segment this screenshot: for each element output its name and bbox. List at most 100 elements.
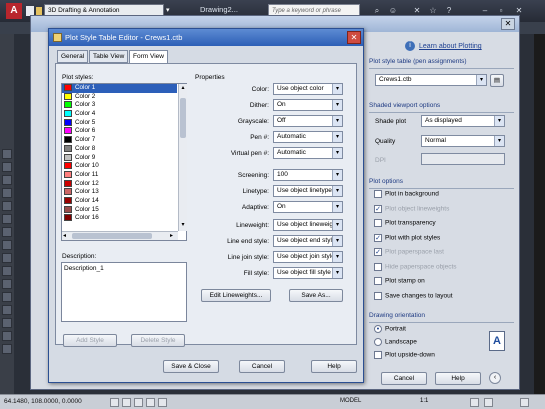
landscape-radio[interactable]: Landscape xyxy=(374,338,417,346)
plot-style-item[interactable]: Color 6 xyxy=(62,127,177,136)
plot-style-item[interactable]: Color 13 xyxy=(62,188,177,197)
model-space-label[interactable]: MODEL xyxy=(340,398,361,404)
property-dropdown[interactable]: Use object linetype ▾ xyxy=(273,185,343,197)
color-swatch xyxy=(64,84,72,91)
property-dropdown[interactable]: Use object fill style ▾ xyxy=(273,267,343,279)
circle-tool-icon[interactable] xyxy=(2,175,12,185)
tab-general[interactable]: General xyxy=(57,50,89,63)
plot-style-item[interactable]: Color 10 xyxy=(62,162,177,171)
portrait-radio[interactable]: • Portrait xyxy=(374,325,406,333)
grid-icon[interactable] xyxy=(122,398,131,407)
tab-table-view[interactable]: Table View xyxy=(89,50,129,63)
property-dropdown[interactable]: Use object end style ▾ xyxy=(273,235,343,247)
offset-tool-icon[interactable] xyxy=(2,331,12,341)
save-as-button[interactable]: Save As... xyxy=(289,289,343,302)
scroll-up-icon[interactable]: ▴ xyxy=(179,84,187,91)
fillet-tool-icon[interactable] xyxy=(2,305,12,315)
plot-option-checkbox[interactable]: Save changes to layout xyxy=(374,291,514,307)
plot-style-item[interactable]: Color 3 xyxy=(62,101,177,110)
plot-style-table-dropdown[interactable]: Crews1.ctb ▾ xyxy=(375,74,487,86)
line-tool-icon[interactable] xyxy=(2,149,12,159)
ortho-icon[interactable] xyxy=(134,398,143,407)
scroll-right-icon[interactable]: ▸ xyxy=(170,232,173,239)
polyline-tool-icon[interactable] xyxy=(2,162,12,172)
plot-style-item[interactable]: Color 8 xyxy=(62,144,177,154)
property-dropdown[interactable]: On ▾ xyxy=(273,201,343,213)
property-dropdown[interactable]: Use object lineweight ▾ xyxy=(273,219,343,231)
plot-option-checkbox[interactable]: Plot in background xyxy=(374,190,514,205)
plot-cancel-button[interactable]: Cancel xyxy=(381,372,427,385)
plot-style-item[interactable]: Color 5 xyxy=(62,118,177,128)
plot-style-item[interactable]: Color 9 xyxy=(62,153,177,163)
clean-screen-icon[interactable] xyxy=(520,398,529,407)
explode-tool-icon[interactable] xyxy=(2,344,12,354)
description-textarea[interactable]: Description_1 xyxy=(61,262,187,322)
plot-style-item[interactable]: Color 15 xyxy=(62,205,177,215)
edit-plot-style-button[interactable]: ▤ xyxy=(490,74,504,87)
property-dropdown[interactable]: Off ▾ xyxy=(273,115,343,127)
delete-style-button[interactable]: Delete Style xyxy=(131,334,185,347)
annotation-scale[interactable]: 1:1 xyxy=(420,398,428,404)
arc-tool-icon[interactable] xyxy=(2,188,12,198)
plot-style-item[interactable]: Color 11 xyxy=(62,170,177,180)
workspace-switch-icon[interactable] xyxy=(470,398,479,407)
plot-option-checkbox[interactable]: ✓ Plot with plot styles xyxy=(374,233,514,249)
array-tool-icon[interactable] xyxy=(2,318,12,328)
extend-tool-icon[interactable] xyxy=(2,292,12,302)
pst-title-bar[interactable]: Plot Style Table Editor - Crews1.ctb xyxy=(49,29,363,46)
pst-cancel-button[interactable]: Cancel xyxy=(239,360,285,373)
plot-styles-list[interactable]: Color 1 Color 2 Color 3 Color 4 Color 5 Color… xyxy=(61,83,187,241)
scroll-thumb[interactable] xyxy=(180,98,186,138)
property-dropdown[interactable]: Automatic ▾ xyxy=(273,131,343,143)
plot-style-item[interactable]: Color 7 xyxy=(62,136,177,145)
collapse-arrow-icon[interactable]: ‹ xyxy=(489,372,501,384)
rotate-tool-icon[interactable] xyxy=(2,253,12,263)
move-tool-icon[interactable] xyxy=(2,227,12,237)
plot-option-checkbox[interactable]: Plot stamp on xyxy=(374,277,514,292)
scroll-thumb[interactable] xyxy=(72,233,152,239)
property-dropdown[interactable]: Automatic ▾ xyxy=(273,147,343,159)
app-logo-icon[interactable]: A xyxy=(6,3,22,19)
pst-close-button[interactable]: ✕ xyxy=(347,31,361,44)
plot-option-checkbox[interactable]: ✓ Plot paperspace last xyxy=(374,248,514,263)
plot-help-button[interactable]: Help xyxy=(435,372,481,385)
hatch-tool-icon[interactable] xyxy=(2,214,12,224)
upside-down-checkbox[interactable]: Plot upside-down xyxy=(374,351,435,359)
plot-style-item[interactable]: Color 14 xyxy=(62,196,177,206)
qat-open-icon[interactable] xyxy=(36,7,42,15)
vertical-scrollbar[interactable]: ▴ ▾ xyxy=(178,84,187,231)
snap-icon[interactable] xyxy=(110,398,119,407)
property-dropdown[interactable]: Use object color ▾ xyxy=(273,83,343,95)
quality-dropdown[interactable]: Normal ▾ xyxy=(421,135,505,147)
edit-lineweights-button[interactable]: Edit Lineweights... xyxy=(201,289,271,302)
tab-form-view[interactable]: Form View xyxy=(129,50,168,64)
shade-plot-dropdown[interactable]: As displayed ▾ xyxy=(421,115,505,127)
add-style-button[interactable]: Add Style xyxy=(63,334,117,347)
property-dropdown[interactable]: On ▾ xyxy=(273,99,343,111)
copy-tool-icon[interactable] xyxy=(2,240,12,250)
property-dropdown[interactable]: 100 ▾ xyxy=(273,169,343,181)
plot-style-item[interactable]: Color 4 xyxy=(62,110,177,119)
plot-style-item[interactable]: Color 1 xyxy=(62,84,177,93)
plot-style-item[interactable]: Color 2 xyxy=(62,92,177,102)
learn-about-plotting-link[interactable]: Learn about Plotting xyxy=(419,43,482,50)
osnap-icon[interactable] xyxy=(158,398,167,407)
plot-close-button[interactable]: ✕ xyxy=(501,18,515,30)
scroll-left-icon[interactable]: ◂ xyxy=(63,232,66,239)
plot-option-checkbox[interactable]: Plot transparency xyxy=(374,219,514,234)
plot-style-item[interactable]: Color 12 xyxy=(62,179,177,189)
pst-help-button[interactable]: Help xyxy=(311,360,357,373)
workspace-arrow-icon[interactable]: ▾ xyxy=(166,6,170,14)
property-dropdown[interactable]: Use object join style ▾ xyxy=(273,251,343,263)
polar-icon[interactable] xyxy=(146,398,155,407)
horizontal-scrollbar[interactable]: ◂ ▸ xyxy=(62,231,178,240)
save-close-button[interactable]: Save & Close xyxy=(163,360,219,373)
scroll-down-icon[interactable]: ▾ xyxy=(179,221,187,228)
trim-tool-icon[interactable] xyxy=(2,279,12,289)
mirror-tool-icon[interactable] xyxy=(2,266,12,276)
rectangle-tool-icon[interactable] xyxy=(2,201,12,211)
lock-icon[interactable] xyxy=(484,398,493,407)
plot-option-checkbox[interactable]: Hide paperspace objects xyxy=(374,262,514,278)
plot-style-item[interactable]: Color 16 xyxy=(62,214,177,223)
plot-option-checkbox[interactable]: ✓ Plot object lineweights xyxy=(374,204,514,220)
